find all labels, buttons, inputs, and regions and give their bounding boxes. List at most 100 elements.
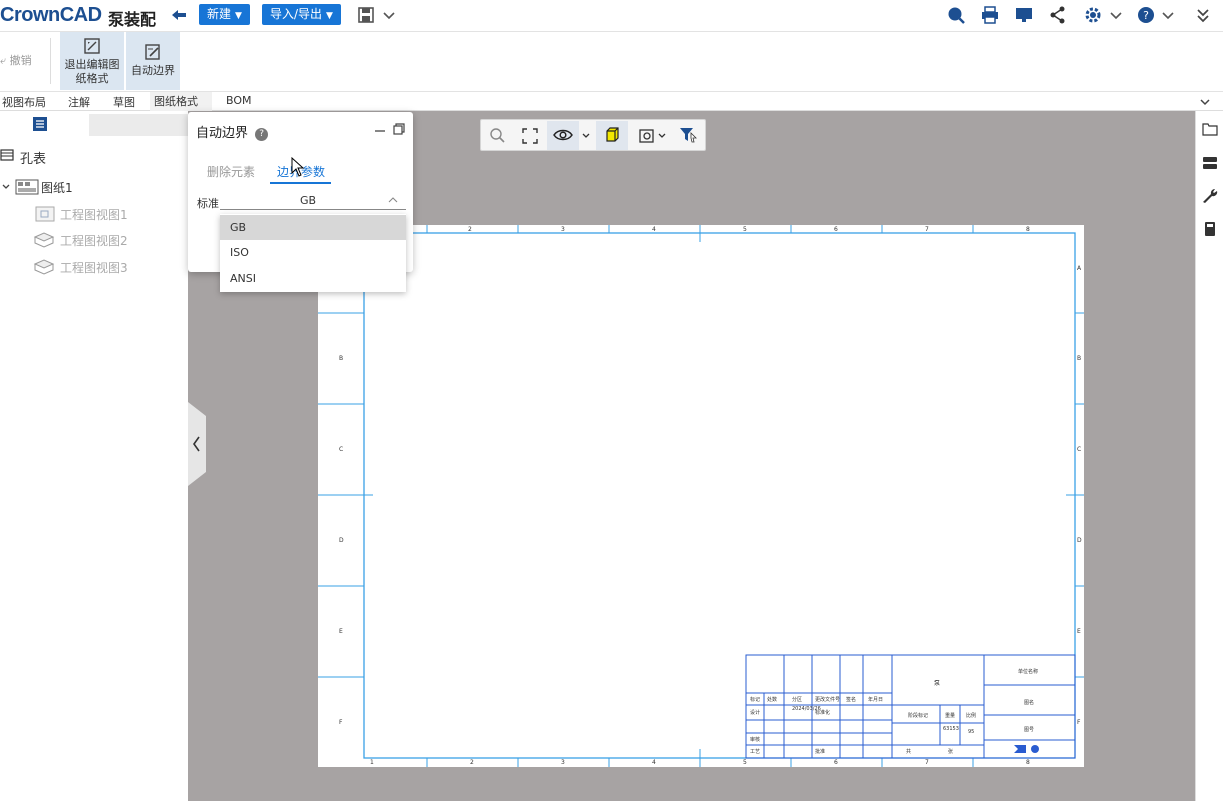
tb-text: 批准 [815,749,826,755]
tab-sketch[interactable]: 草图 [113,94,135,110]
folder-icon[interactable] [1202,121,1218,137]
chevron-down-icon[interactable] [1198,95,1212,109]
search-icon[interactable] [946,5,966,25]
import-export-button[interactable]: 导入/导出 ▼ [262,4,341,25]
option-gb[interactable]: GB [220,215,406,240]
section-view-icon[interactable] [638,127,656,145]
sheet-icon [15,179,39,195]
exit-edit-label-line1: 退出编辑图 [64,58,120,71]
collapse-panel-handle[interactable] [188,402,206,486]
tab-sheet-format[interactable]: 图纸格式 [150,92,212,111]
chevron-down-icon[interactable] [657,131,667,141]
help-icon[interactable]: ? [1136,5,1156,25]
zone-letter: F [339,719,343,726]
feature-tree-panel: 孔表 图纸1 工程图视图1 工程图视图2 工程图视图3 [0,111,188,801]
gear-icon[interactable] [1083,5,1103,25]
zone-number: 2 [468,226,472,233]
tab-annotation[interactable]: 注解 [68,94,90,110]
tb-text: 共 [906,749,912,755]
wrench-icon[interactable] [1202,188,1218,204]
minimize-icon[interactable] [374,124,386,136]
tb-text: 签名 [846,697,857,703]
print-icon[interactable] [980,5,1000,25]
svg-text:?: ? [1143,9,1149,22]
zone-letter: C [1077,446,1082,453]
tb-text: 63153 [943,726,959,732]
zone-letter: D [339,537,344,544]
tree-item-view-1[interactable]: 工程图视图1 [60,206,128,223]
save-icon[interactable] [356,5,376,25]
zone-letter: A [1077,265,1082,272]
chevron-down-icon[interactable] [1106,5,1126,25]
option-iso[interactable]: ISO [220,240,406,265]
chevron-down-icon: ▼ [326,11,333,21]
panel-tab-area[interactable] [89,114,188,136]
exit-edit-sheet-format-button[interactable]: 退出编辑图 纸格式 [60,32,124,90]
view-toolbar [480,119,706,151]
mouse-cursor-icon [291,157,305,177]
auto-border-label: 自动边界 [131,64,175,77]
zoom-icon[interactable] [489,127,505,143]
zone-letter: B [1077,355,1082,362]
eye-icon [553,129,573,141]
help-icon[interactable]: ? [255,128,269,141]
double-chevron-down-icon[interactable] [1193,5,1213,25]
tb-text: 图名 [1024,700,1035,706]
option-ansi[interactable]: ANSI [220,266,406,291]
zone-number: 8 [1026,759,1030,766]
eye-button[interactable] [547,121,579,150]
import-export-label: 导入/导出 [270,7,323,21]
back-arrow-icon[interactable] [170,7,188,23]
tree-item-view-2[interactable]: 工程图视图2 [60,232,128,249]
zone-number: 7 [925,226,929,233]
chevron-down-icon[interactable] [581,131,591,141]
hole-table-icon [0,149,14,161]
tb-text: 阶段标记 [908,713,929,719]
fit-view-icon[interactable] [521,127,539,145]
server-icon[interactable] [1202,155,1218,171]
share-icon[interactable] [1048,5,1068,25]
collapse-tab-shape [188,402,206,486]
tb-text: 95 [968,729,975,735]
tb-text: 标记 [750,697,761,703]
new-button[interactable]: 新建 ▼ [199,4,250,25]
zone-number: 3 [561,226,565,233]
tab-bom[interactable]: BOM [226,94,252,107]
undo-button[interactable]: ⤶ 撤销 [0,54,32,68]
standard-select-value: GB [300,194,317,207]
exit-edit-label-line2: 纸格式 [75,72,109,85]
auto-border-button[interactable]: 自动边界 [126,32,180,90]
book-icon[interactable] [1202,221,1218,237]
ribbon: ⤶ 撤销 退出编辑图 纸格式 自动边界 [0,32,1223,92]
new-button-label: 新建 [207,7,232,21]
shaded-cube-icon [606,127,619,142]
chevron-down-icon[interactable] [1,182,11,192]
drawing-sheet[interactable]: 2 3 4 5 6 7 8 1 2 3 4 5 6 7 8 B C D E F … [318,225,1084,767]
restore-icon[interactable] [393,123,405,135]
tb-text: 比例 [966,713,977,719]
tab-view-layout[interactable]: 视图布局 [2,94,46,110]
tb-text: 图号 [1024,727,1035,733]
standard-select[interactable]: GB [220,190,406,210]
zone-number: 5 [743,759,747,766]
drawing-view-icon [35,206,55,222]
divider [50,38,51,84]
tab-delete-elements[interactable]: 删除元素 [207,163,255,180]
hole-table-label[interactable]: 孔表 [20,148,46,167]
zone-number: 6 [834,759,838,766]
chevron-down-icon[interactable] [379,5,399,25]
top-bar: CrownCAD 泵装配 新建 ▼ 导入/导出 ▼ ? [0,0,1223,32]
chevron-down-icon[interactable] [1158,5,1178,25]
tree-list-icon[interactable] [32,116,48,132]
zone-number: 4 [652,226,656,233]
display-style-button[interactable] [596,121,628,150]
tb-text: 2024/03/26 [792,706,821,712]
monitor-icon[interactable] [1014,5,1034,25]
tb-text: 张 [948,749,954,755]
zone-number: 2 [470,759,474,766]
zone-letter: E [1077,628,1081,635]
tb-text: 处数 [767,697,778,703]
tree-item-view-3[interactable]: 工程图视图3 [60,259,128,276]
sheet-label[interactable]: 图纸1 [41,179,73,196]
filter-icon[interactable] [678,126,698,144]
